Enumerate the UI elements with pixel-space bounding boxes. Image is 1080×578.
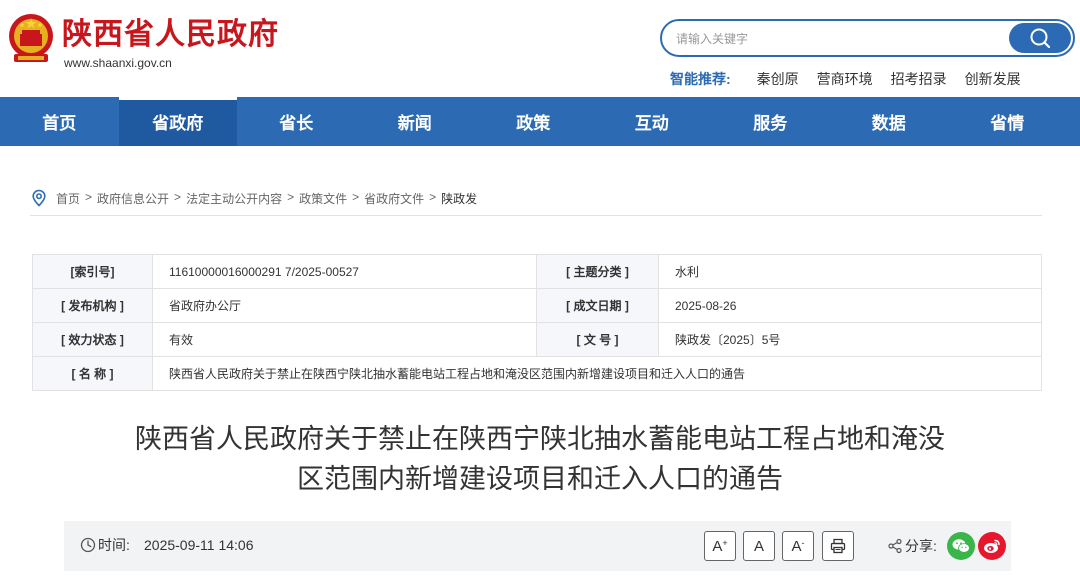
nav-item-home[interactable]: 首页: [0, 97, 119, 146]
recommend-label: 智能推荐:: [670, 71, 731, 87]
nav-item-province-info[interactable]: 省情: [948, 97, 1067, 146]
nav-item-data[interactable]: 数据: [830, 97, 949, 146]
font-increase-sup: +: [722, 538, 728, 548]
share-wechat-button[interactable]: [947, 532, 975, 560]
wechat-icon: [952, 539, 970, 553]
document-name-label: [ 名 称 ]: [32, 356, 153, 391]
breadcrumb-separator: >: [429, 190, 437, 204]
publisher-value: 省政府办公厅: [152, 288, 537, 323]
publish-time-value: 2025-09-11 14:06: [144, 537, 254, 553]
font-increase-glyph: A: [712, 537, 723, 555]
site-title[interactable]: 陕西省人民政府: [62, 17, 279, 53]
nav-item-interaction[interactable]: 互动: [593, 97, 712, 146]
article-title: 陕西省人民政府关于禁止在陕西宁陕北抽水蓄能电站工程占地和淹没 区范围内新增建设项…: [90, 420, 990, 500]
font-size-increase-button[interactable]: A +: [704, 531, 736, 561]
table-row: [ 效力状态 ] 有效 [ 文 号 ] 陕政发〔2025〕5号: [32, 322, 1042, 357]
nav-item-governor[interactable]: 省长: [237, 97, 356, 146]
weibo-icon: [984, 539, 1000, 553]
breadcrumb: 首页 > 政府信息公开 > 法定主动公开内容 > 政策文件 > 省政府文件 > …: [30, 189, 1042, 216]
nav-item-news[interactable]: 新闻: [356, 97, 475, 146]
table-row: [索引号] 11610000016000291 7/2025-00527 [ 主…: [32, 254, 1042, 289]
share-weibo-button[interactable]: [978, 532, 1006, 560]
clock-icon: [80, 537, 96, 553]
print-button[interactable]: [822, 531, 854, 561]
breadcrumb-separator: >: [174, 190, 182, 204]
search-icon: [1030, 28, 1051, 49]
table-row: [ 名 称 ] 陕西省人民政府关于禁止在陕西宁陕北抽水蓄能电站工程占地和淹没区范…: [32, 356, 1042, 391]
search-box: [660, 19, 1075, 57]
breadcrumb-link[interactable]: 政策文件: [299, 190, 347, 207]
nav-item-provincial-government[interactable]: 省政府: [118, 97, 237, 146]
font-size-decrease-button[interactable]: A-: [782, 531, 814, 561]
document-number-label: [ 文 号 ]: [536, 322, 659, 357]
table-row: [ 发布机构 ] 省政府办公厅 [ 成文日期 ] 2025-08-26: [32, 288, 1042, 323]
status-label: [ 效力状态 ]: [32, 322, 153, 357]
topic-value: 水利: [658, 254, 1042, 289]
recommend-item[interactable]: 招考招录: [891, 69, 947, 89]
font-decrease-glyph: A: [791, 537, 802, 555]
location-pin-icon: [32, 189, 46, 207]
issue-date-label: [ 成文日期 ]: [536, 288, 659, 323]
main-nav: 首页 省政府 省长 新闻 政策 互动 服务 数据 省情: [0, 97, 1080, 146]
recommend-item[interactable]: 创新发展: [965, 69, 1021, 89]
document-name-value: 陕西省人民政府关于禁止在陕西宁陕北抽水蓄能电站工程占地和淹没区范围内新增建设项目…: [152, 356, 1042, 391]
nav-item-services[interactable]: 服务: [711, 97, 830, 146]
breadcrumb-link[interactable]: 省政府文件: [364, 190, 424, 207]
share-label: 分享:: [905, 538, 937, 554]
article-meta-bar: 时间: 2025-09-11 14:06 A + A A- 分享:: [64, 521, 1011, 571]
topic-label: [ 主题分类 ]: [536, 254, 659, 289]
recommend-item[interactable]: 营商环境: [817, 69, 873, 89]
breadcrumb-separator: >: [287, 190, 295, 204]
share-icon: [888, 538, 902, 554]
status-value: 有效: [152, 322, 537, 357]
article-title-line: 陕西省人民政府关于禁止在陕西宁陕北抽水蓄能电站工程占地和淹没: [135, 424, 945, 455]
search-input[interactable]: [676, 29, 996, 49]
site-url: www.shaanxi.gov.cn: [64, 56, 172, 70]
font-size-reset-button[interactable]: A: [743, 531, 775, 561]
breadcrumb-link[interactable]: 法定主动公开内容: [186, 190, 282, 207]
issue-date-value: 2025-08-26: [658, 288, 1042, 323]
search-button[interactable]: [1009, 23, 1071, 53]
index-number-label: [索引号]: [32, 254, 153, 289]
publish-time-label: 时间:: [98, 537, 130, 553]
font-reset-glyph: A: [753, 537, 764, 555]
printer-icon: [830, 538, 846, 554]
national-emblem-icon[interactable]: [6, 12, 56, 66]
index-number-value: 11610000016000291 7/2025-00527: [152, 254, 537, 289]
font-decrease-sup: -: [801, 538, 805, 548]
breadcrumb-link[interactable]: 首页: [56, 190, 80, 207]
article-title-line: 区范围内新增建设项目和迁入人口的通告: [297, 464, 783, 495]
document-info-table: [索引号] 11610000016000291 7/2025-00527 [ 主…: [32, 254, 1042, 391]
smart-recommend: 智能推荐: 秦创原 营商环境 招考招录 创新发展: [670, 68, 1039, 90]
breadcrumb-link[interactable]: 政府信息公开: [97, 190, 169, 207]
document-number-value: 陕政发〔2025〕5号: [658, 322, 1042, 357]
breadcrumb-current[interactable]: 陕政发: [441, 190, 477, 207]
publisher-label: [ 发布机构 ]: [32, 288, 153, 323]
breadcrumb-separator: >: [352, 190, 360, 204]
nav-item-policy[interactable]: 政策: [474, 97, 593, 146]
recommend-item[interactable]: 秦创原: [757, 69, 799, 89]
site-header: 陕西省人民政府 www.shaanxi.gov.cn 智能推荐: 秦创原 营商环…: [0, 0, 1080, 97]
breadcrumb-separator: >: [85, 190, 93, 204]
